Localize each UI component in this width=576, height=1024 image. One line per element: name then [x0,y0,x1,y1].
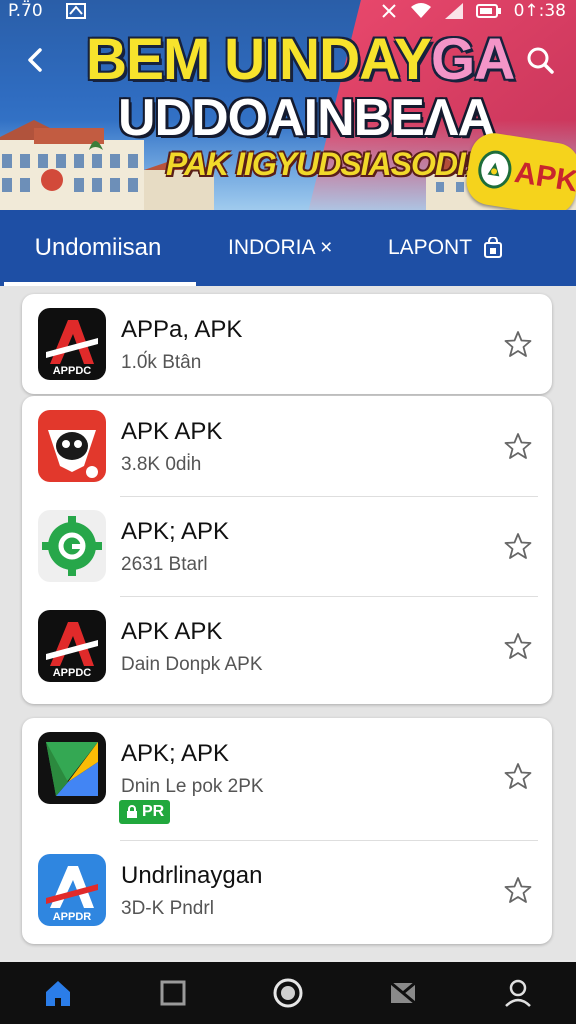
app-card: APPDC APPa, APK 1.0́k Btân [22,294,552,394]
blue-a-logo-icon: APPDR [38,854,106,926]
app-card: APK; APK Dnin Le pok 2PK PR APPDR Undrli… [22,718,552,944]
nav-recents[interactable] [153,973,193,1013]
search-icon [527,47,554,74]
svg-text:APPDC: APPDC [53,667,92,679]
banner-tagline: PAK IIGYUDSIASODI! [166,146,476,182]
badge-label: PR [142,803,165,820]
tab-indoria[interactable]: INDORIA × [196,210,366,286]
app-downloads: 3.8K 0di̇h [121,454,202,475]
bag-icon [482,237,504,259]
app-downloads: 1.0́k Btân [121,352,202,373]
nav-profile[interactable] [498,973,538,1013]
tab-label: LAPONT [388,236,473,259]
star-icon[interactable] [504,876,532,904]
bottom-nav [0,962,576,1024]
tab-lapont[interactable]: LAPONT [366,210,504,286]
banner-subheadline: UDDOAINBEΛA [118,89,495,147]
banner-headline: BEM UINDAYGA [86,27,515,92]
nav-home-circle[interactable] [268,973,308,1013]
red-mascot-icon [38,410,106,482]
app-name: Undrlinaygan [121,862,263,889]
nav-media[interactable] [383,973,423,1013]
star-icon[interactable] [504,762,532,790]
red-a-logo-icon: APPDC [38,308,106,380]
square-icon [160,980,186,1006]
apk-badge-label: APK [512,155,576,199]
app-downloads: 2631 Btarl [121,554,208,575]
star-icon[interactable] [504,632,532,660]
media-icon [390,981,417,1005]
status-time: P.7̈0 [8,1,43,21]
home-icon [45,981,70,1006]
tab-bar: Undomiisan INDORIA × LAPONT [0,210,576,286]
status-bar: P.7̈0 0↑:38 [0,0,576,24]
profile-icon [505,979,532,1007]
star-icon[interactable] [504,432,532,460]
app-downloads: 3D-K Pndrl [121,898,214,919]
app-name: APK APK [121,618,223,645]
tab-label: INDORIA × [228,236,333,259]
tab-undomiisan[interactable]: Undomiisan [0,210,196,286]
back-button[interactable] [18,42,54,78]
circle-icon [273,978,303,1008]
pr-badge: PR [119,800,171,824]
play-triangle-icon [38,732,106,804]
list-item[interactable]: APK APK 3.8K 0di̇h [22,396,552,496]
list-item[interactable]: APK; APK Dnin Le pok 2PK PR [22,718,552,840]
app-name: APPa, APK [121,316,243,343]
app-card: APK APK 3.8K 0di̇h APK; APK 2631 Btarl A… [22,396,552,704]
mute-icon [381,4,396,18]
chevron-left-icon [28,48,42,72]
app-downloads: Dnin Le pok 2PK [121,776,264,797]
app-name: APK APK [121,418,223,445]
list-item[interactable]: APPDR Undrlinaygan 3D-K Pndrl [22,840,552,940]
list-item[interactable]: APK; APK 2631 Btarl [22,496,552,596]
nav-home[interactable] [38,973,78,1013]
search-button[interactable] [522,42,558,78]
svg-text:APPDR: APPDR [53,911,92,923]
app-downloads: Dain Donpk APK [121,654,263,675]
battery-icon [475,4,501,18]
list-item[interactable]: APPDC APPa, APK 1.0́k Btân [22,294,552,394]
status-clock: 0↑:38 [513,1,566,21]
app-name: APK; APK [121,518,230,545]
red-a-logo-icon: APPDC [38,610,106,682]
notification-icon [66,3,86,19]
header-banner: BEM UINDAYGA UDDOAINBEΛA PAK IIGYUDSIASO… [0,0,576,210]
app-list: APPDC APPa, APK 1.0́k Btân APK APK 3.8K… [0,286,576,960]
list-item[interactable]: APPDC APK APK Dain Donpk APK [22,596,552,696]
signal-icon [444,3,463,19]
svg-text:APPDC: APPDC [53,365,92,377]
wifi-icon [410,3,431,18]
lock-icon [127,805,137,818]
star-icon[interactable] [504,330,532,358]
star-icon[interactable] [504,532,532,560]
green-gear-icon [38,510,106,582]
app-name: APK; APK [121,740,230,767]
apk-logo-icon [475,148,514,191]
tab-label: Undomiisan [34,234,162,261]
